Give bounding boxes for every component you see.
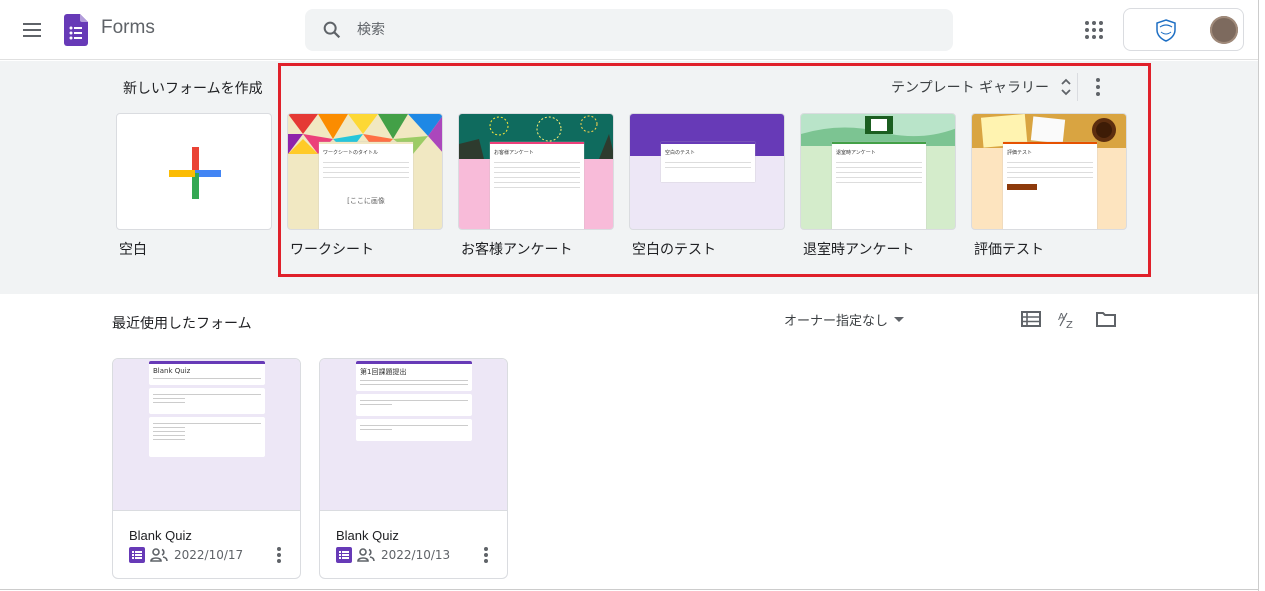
google-apps-icon[interactable] [1083,19,1105,41]
svg-text:Z: Z [1066,320,1073,329]
template-label: 空白のテスト [632,242,716,258]
divider [1077,73,1078,101]
form-preview-card: 評価テスト [1003,142,1097,229]
forms-file-icon [336,547,352,563]
window-edge [0,589,1258,590]
forms-logo-icon[interactable] [64,14,88,46]
search-bar[interactable] [305,9,953,51]
template-worksheet[interactable]: ワークシートのタイトル [ここに画像 ワークシート [287,113,443,258]
template-blank-quiz[interactable]: 空白のテスト 空白のテスト [629,113,785,258]
list-view-icon[interactable] [1020,309,1042,329]
template-gallery-button[interactable]: テンプレート ギャラリー [891,75,1073,99]
user-avatar[interactable] [1210,16,1238,44]
form-preview-card: 退室時アンケート [832,142,926,229]
plus-icon [169,147,221,199]
more-options-icon[interactable] [1091,78,1105,98]
dropdown-arrow-icon [894,317,905,322]
template-gallery-label: テンプレート ギャラリー [891,80,1050,96]
recent-form-card[interactable]: Blank Quiz Blank Quiz 2022/10/17 [112,358,301,579]
template-customer-survey[interactable]: お客様アンケート お客様アンケート [458,113,614,258]
search-input[interactable] [357,9,917,51]
unfold-more-icon [1061,78,1071,96]
organization-shield-icon [1156,19,1176,42]
new-form-heading: 新しいフォームを作成 [123,81,263,97]
template-label: ワークシート [290,242,374,258]
form-name: Blank Quiz [129,528,192,543]
card-more-options-icon[interactable] [480,547,492,565]
form-thumbnail[interactable]: Blank Quiz [113,359,300,511]
template-assessment[interactable]: 評価テスト 評価テスト [971,113,1127,258]
folder-icon[interactable] [1095,309,1117,329]
form-date: 2022/10/13 [381,548,451,562]
search-icon[interactable] [321,19,343,41]
owner-filter-dropdown[interactable]: オーナー指定なし [784,310,905,329]
recent-form-card[interactable]: 第1回課題提出 Blank Quiz 2022/10/13 [319,358,508,579]
template-thumbnail[interactable]: 評価テスト [971,113,1127,230]
shared-people-icon [357,548,375,562]
main-menu-icon[interactable] [18,17,46,43]
app-title[interactable]: Forms [101,17,155,39]
form-preview-card: ワークシートのタイトル [ここに画像 [319,142,413,229]
form-preview: Blank Quiz [149,361,265,460]
template-label: お客様アンケート [461,242,573,258]
form-preview: 第1回課題提出 [356,361,472,444]
template-exit-survey[interactable]: 退室時アンケート 退室時アンケート [800,113,956,258]
template-label: 空白 [119,242,147,258]
forms-file-icon [129,547,145,563]
template-thumbnail[interactable]: 退室時アンケート [800,113,956,230]
account-switcher[interactable] [1123,8,1244,51]
template-thumbnail[interactable]: お客様アンケート [458,113,614,230]
owner-filter-label: オーナー指定なし [784,314,889,329]
recent-forms-heading: 最近使用したフォーム [112,316,252,332]
sort-az-icon[interactable]: A Z [1057,309,1079,329]
form-thumbnail[interactable]: 第1回課題提出 [320,359,507,511]
window-edge [1258,0,1265,591]
form-date: 2022/10/17 [174,548,244,562]
form-preview-card: お客様アンケート [490,142,584,229]
template-thumbnail[interactable] [116,113,272,230]
shared-people-icon [150,548,168,562]
form-name: Blank Quiz [336,528,399,543]
template-blank[interactable]: 空白 [116,113,272,258]
template-section: 新しいフォームを作成 テンプレート ギャラリー 空白 ワークシートのタイトル [… [0,61,1258,294]
app-header: Forms [0,0,1265,60]
card-more-options-icon[interactable] [273,547,285,565]
template-label: 評価テスト [974,242,1044,258]
template-label: 退室時アンケート [803,242,915,258]
template-thumbnail[interactable]: 空白のテスト [629,113,785,230]
form-preview-card: 空白のテスト [661,142,755,182]
template-thumbnail[interactable]: ワークシートのタイトル [ここに画像 [287,113,443,230]
